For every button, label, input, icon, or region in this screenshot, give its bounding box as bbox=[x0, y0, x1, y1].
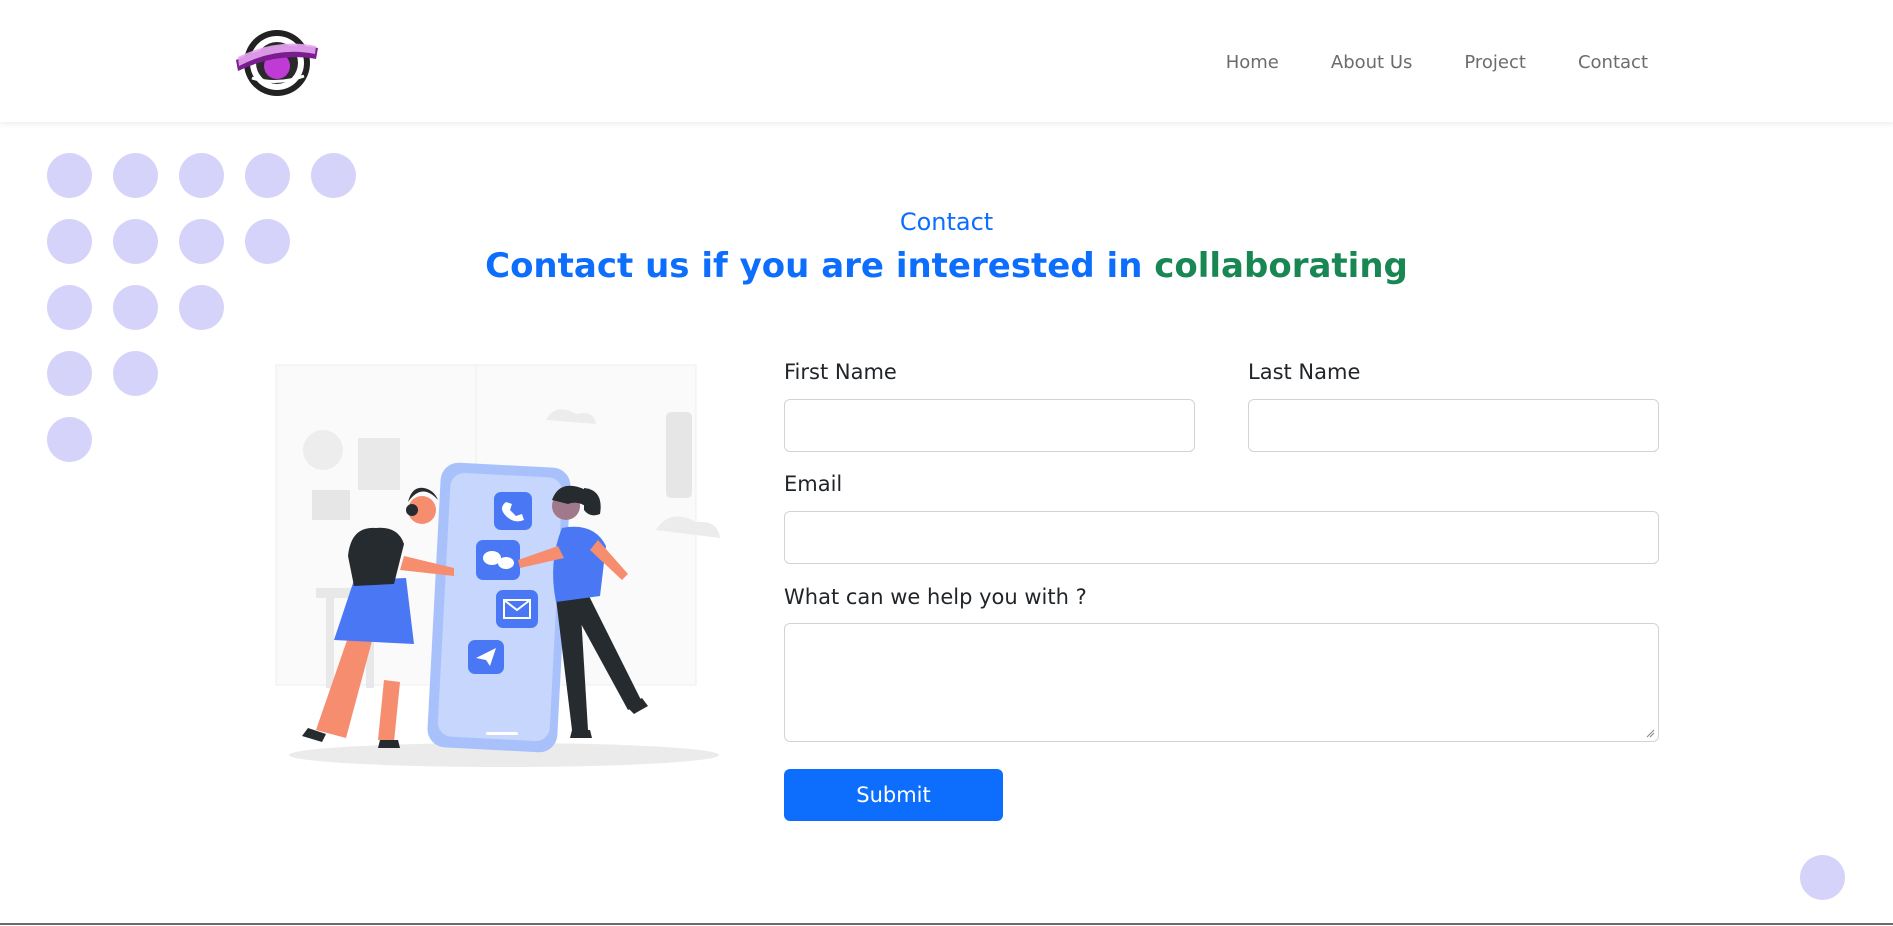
nav-menu: Home About Us Project Contact bbox=[1226, 52, 1648, 73]
first-name-label: First Name bbox=[784, 360, 897, 384]
resize-grip-icon[interactable] bbox=[1645, 728, 1655, 738]
first-name-input[interactable] bbox=[784, 399, 1195, 452]
section-title-main: Contact us if you are interested in bbox=[485, 246, 1155, 286]
decorative-dot-pattern bbox=[47, 153, 356, 483]
navbar: Home About Us Project Contact bbox=[0, 0, 1893, 122]
email-label: Email bbox=[784, 472, 843, 496]
brand-logo[interactable] bbox=[232, 26, 322, 100]
nav-contact-link[interactable]: Contact bbox=[1578, 52, 1648, 73]
last-name-label: Last Name bbox=[1248, 360, 1361, 384]
last-name-input[interactable] bbox=[1248, 399, 1659, 452]
email-input[interactable] bbox=[784, 511, 1659, 564]
message-label: What can we help you with ? bbox=[784, 585, 1087, 609]
submit-button[interactable]: Submit bbox=[784, 769, 1003, 821]
section-title-accent: collaborating bbox=[1154, 246, 1408, 286]
nav-project-link[interactable]: Project bbox=[1464, 52, 1526, 73]
nav-home-link[interactable]: Home bbox=[1226, 52, 1279, 73]
decorative-dot bbox=[1800, 855, 1845, 900]
message-textarea[interactable] bbox=[784, 623, 1659, 742]
nav-about-link[interactable]: About Us bbox=[1331, 52, 1413, 73]
footer-divider bbox=[0, 923, 1893, 925]
